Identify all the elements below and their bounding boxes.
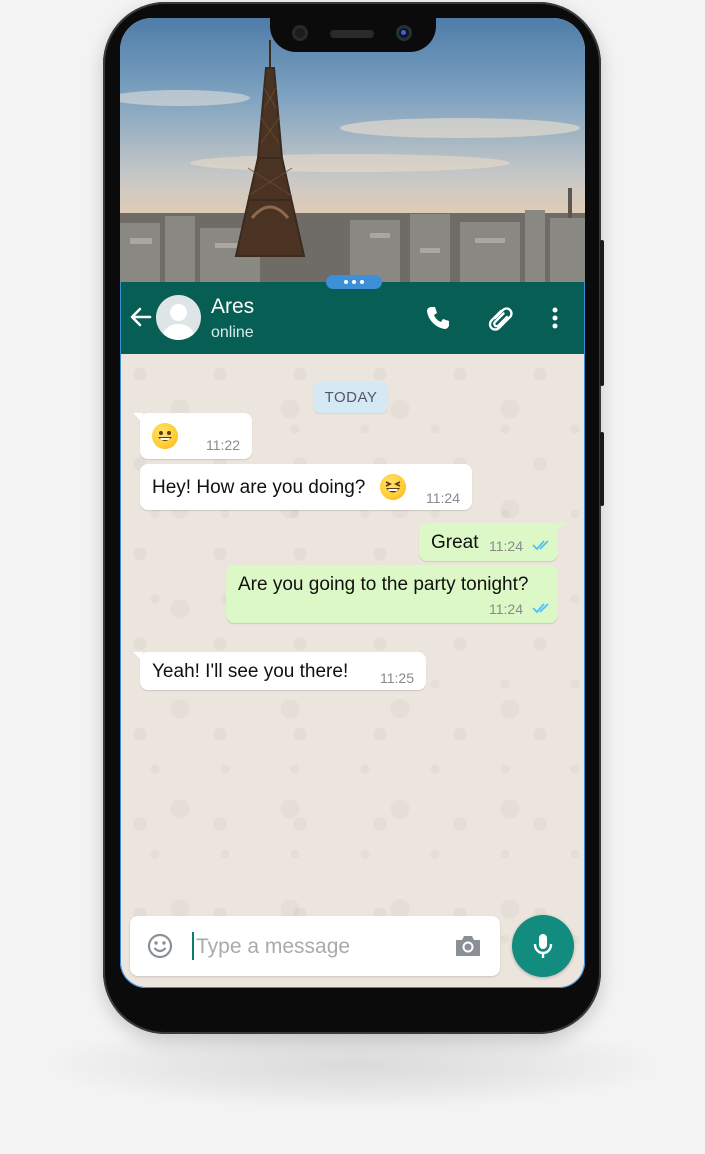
contact-status: online (211, 324, 254, 341)
power-button (600, 432, 604, 506)
drag-handle[interactable] (326, 275, 382, 289)
message-text: Are you going to the party tonight? (238, 574, 529, 595)
message-input[interactable] (194, 929, 438, 965)
message-incoming[interactable]: Hey! How are you doing? 11:24 (140, 464, 472, 510)
microphone-icon (533, 934, 553, 958)
camera-icon[interactable] (453, 932, 483, 960)
front-camera-icon (292, 25, 308, 41)
message-text: Yeah! I'll see you there! (152, 661, 349, 682)
message-outgoing[interactable]: Are you going to the party tonight? 11:2… (226, 565, 558, 623)
laughing-face-emoji-icon (380, 474, 406, 500)
message-outgoing[interactable]: Great 11:24 (419, 523, 565, 561)
paperclip-icon[interactable] (486, 304, 514, 332)
message-incoming[interactable]: 11:22 (133, 413, 252, 459)
double-check-read-icon (532, 540, 549, 551)
phone-screen: Ares online TODAY 11:22 Hey! How are you… (120, 18, 585, 988)
grinning-face-emoji-icon (152, 423, 178, 449)
message-time: 11:24 (489, 601, 523, 617)
message-time: 11:22 (206, 437, 240, 453)
chat-area: TODAY 11:22 Hey! How are you doing? 11:2… (120, 354, 585, 988)
message-text: Great (431, 532, 479, 553)
date-divider: TODAY (314, 381, 388, 413)
message-time: 11:24 (489, 538, 523, 554)
volume-button (600, 240, 604, 386)
mic-button[interactable] (512, 915, 574, 977)
message-composer (130, 916, 500, 976)
eiffel-tower-photo (120, 18, 585, 282)
emoji-icon[interactable] (146, 932, 174, 960)
back-arrow-icon[interactable] (128, 304, 154, 330)
contact-name[interactable]: Ares (211, 295, 254, 319)
message-time: 11:25 (380, 670, 414, 686)
avatar[interactable] (156, 295, 201, 340)
earpiece-speaker (330, 30, 374, 38)
chat-header: Ares online (120, 282, 585, 354)
phone-icon[interactable] (424, 304, 452, 332)
double-check-read-icon (532, 603, 549, 614)
message-incoming[interactable]: Yeah! I'll see you there! 11:25 (133, 652, 426, 690)
message-time: 11:24 (426, 490, 460, 506)
phone-notch (270, 18, 436, 52)
more-vert-icon[interactable] (541, 304, 569, 332)
message-text: Hey! How are you doing? (152, 477, 366, 498)
front-lens-icon (396, 25, 412, 41)
